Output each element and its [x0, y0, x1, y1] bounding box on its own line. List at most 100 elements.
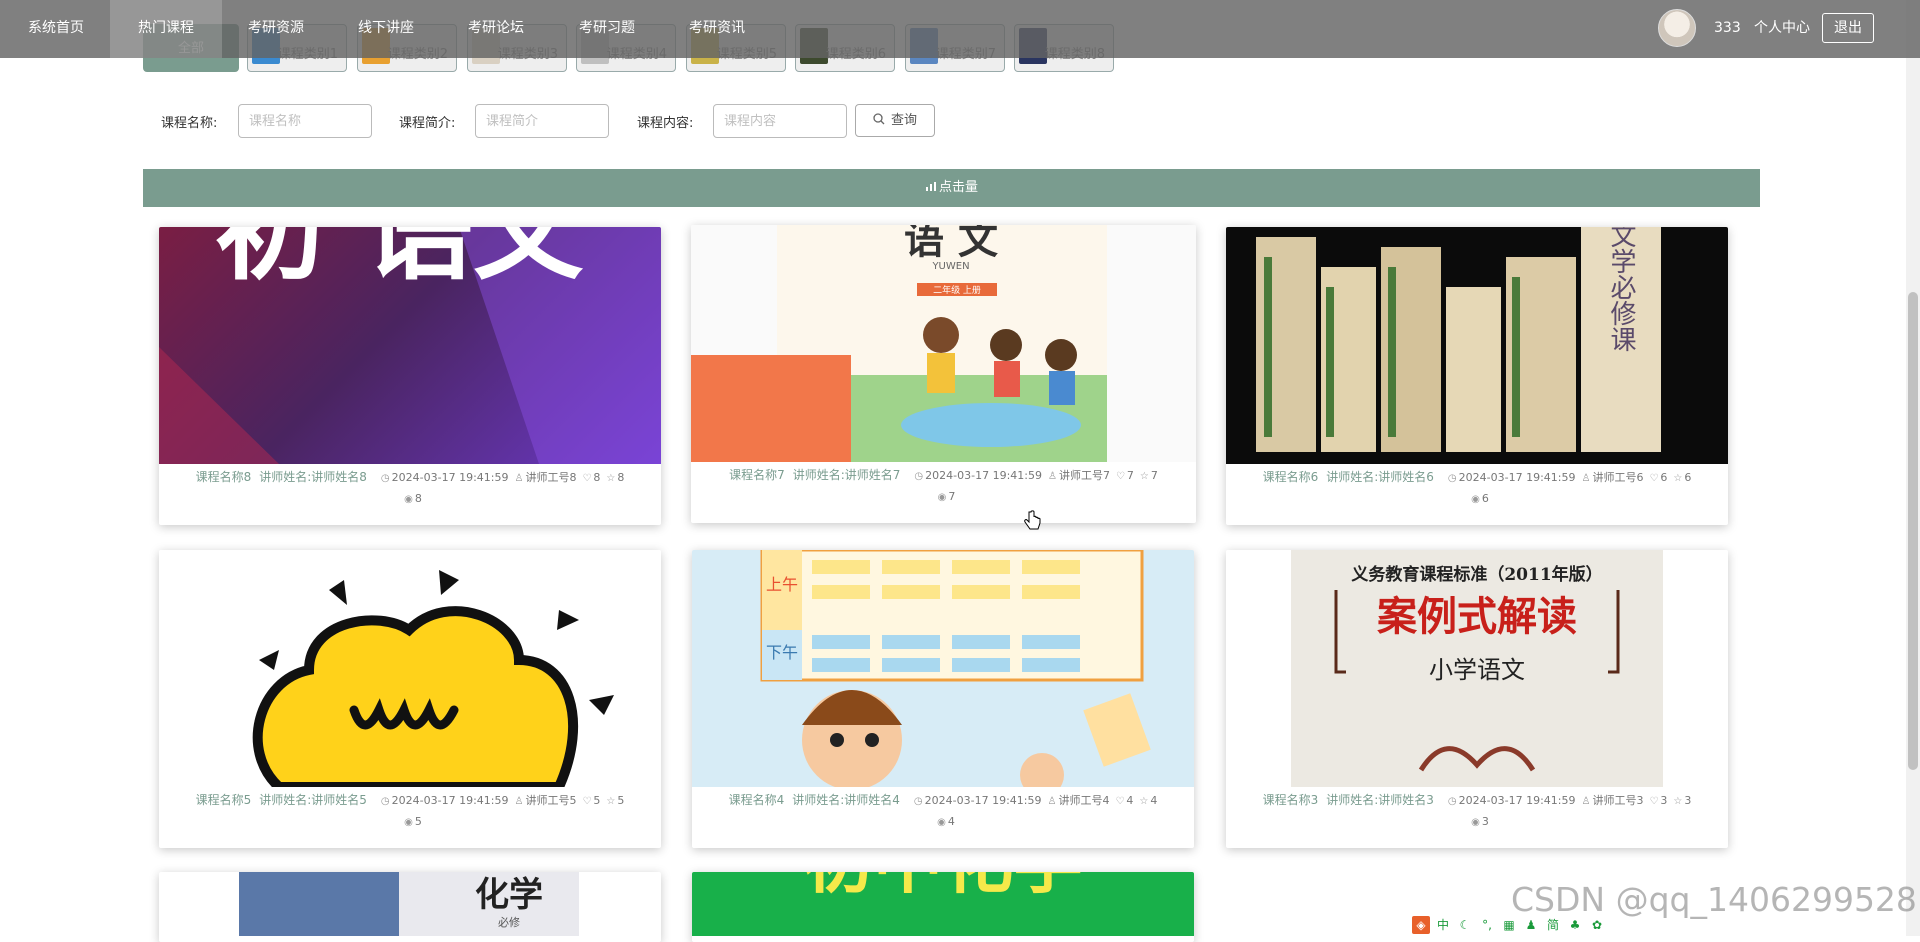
teacher-id: 讲师工号3 [1592, 794, 1644, 807]
eye-icon: ◉ [937, 492, 947, 503]
course-cover-art: 化学 必修 [239, 872, 579, 936]
star-count: 5 [617, 794, 625, 807]
skin-icon[interactable]: ♣ [1566, 916, 1584, 934]
like-count: 8 [593, 471, 601, 484]
course-image: 义务教育课程标准（2011年版） 案例式解读 小学语文 [1226, 550, 1728, 787]
nav-home[interactable]: 系统首页 [0, 0, 112, 58]
course-cover-art: 初中化学 [692, 872, 1194, 936]
course-cover-art: 义务教育课程标准（2011年版） 案例式解读 小学语文 [1291, 550, 1663, 787]
course-card[interactable]: 初 语文 课程名称8 讲师姓名:讲师姓名8 ◷ 2024-03-17 19:41:59… [159, 227, 661, 525]
cover-subtext: 必修 [498, 915, 520, 929]
course-cover-art: 语 文 YUWEN 二年级 上册 [691, 225, 1107, 462]
star-icon: ☆ [1139, 471, 1149, 482]
star-count: 8 [617, 471, 625, 484]
timetable-pm: 下午 [766, 643, 798, 662]
clock-icon: ◷ [380, 473, 390, 484]
ime-simplified[interactable]: 简 [1544, 916, 1562, 934]
course-time: 2024-03-17 19:41:59 [924, 794, 1042, 807]
course-intro-input[interactable] [475, 104, 609, 138]
star-count: 6 [1684, 471, 1692, 484]
nav-resources[interactable]: 考研资源 [220, 0, 332, 58]
course-content-input[interactable] [713, 104, 847, 138]
view-count: 8 [414, 492, 422, 505]
sort-by-clicks-bar[interactable]: 点击量 [143, 169, 1760, 207]
user-icon: ♙ [1047, 796, 1057, 807]
course-teacher: 讲师姓名:讲师姓名6 [1326, 470, 1434, 484]
clock-icon: ◷ [914, 471, 924, 482]
course-card[interactable]: 课程名称5 讲师姓名:讲师姓名5 ◷ 2024-03-17 19:41:59 ♙ 讲师工号… [159, 550, 661, 848]
nav-lectures[interactable]: 线下讲座 [330, 0, 442, 58]
course-name: 课程名称5 [195, 793, 252, 807]
course-card[interactable]: 语 文 YUWEN 二年级 上册 课程名称7 讲师姓名:讲师姓名7 ◷ 2024-03… [691, 225, 1196, 523]
nav-hot-courses[interactable]: 热门课程 [110, 0, 222, 58]
like-count: 3 [1660, 794, 1668, 807]
course-name: 课程名称6 [1262, 470, 1319, 484]
avatar[interactable] [1658, 9, 1696, 47]
course-teacher: 讲师姓名:讲师姓名7 [792, 468, 901, 482]
cover-text: 初 语文 [215, 227, 583, 295]
view-count: 3 [1481, 815, 1489, 828]
keyboard-icon[interactable]: ▦ [1500, 916, 1518, 934]
course-teacher: 讲师姓名:讲师姓名4 [792, 793, 900, 807]
sort-label: 点击量 [938, 180, 978, 195]
eye-icon: ◉ [937, 817, 946, 828]
course-teacher: 讲师姓名:讲师姓名3 [1326, 793, 1434, 807]
nav-news[interactable]: 考研资讯 [661, 0, 773, 58]
star-icon: ☆ [1673, 473, 1683, 484]
star-icon: ☆ [1673, 796, 1683, 807]
star-icon: ☆ [606, 796, 616, 807]
eye-icon: ◉ [404, 494, 413, 505]
course-image [159, 550, 661, 787]
settings-icon[interactable]: ✿ [1588, 916, 1606, 934]
course-name: 课程名称4 [728, 793, 785, 807]
course-name: 课程名称8 [195, 470, 252, 484]
nav-exercises[interactable]: 考研习题 [551, 0, 663, 58]
cover-subtitle: 小学语文 [1429, 656, 1525, 684]
course-intro-label: 课程简介: [399, 116, 456, 131]
course-card[interactable]: 文学必修课 课程名称6 讲师姓名:讲师姓名6 ◷ 2024-03-17 19:41:5… [1226, 227, 1728, 525]
ime-mode-chinese[interactable]: 中 [1434, 916, 1452, 934]
course-card[interactable]: 上午 下午 课程名称4 讲师姓名:讲师姓名4 ◷ 2024-03-17 19:41:5… [692, 550, 1194, 848]
view-count: 6 [1481, 492, 1489, 505]
course-card[interactable]: 义务教育课程标准（2011年版） 案例式解读 小学语文 课程名称3 讲师姓名:讲师… [1226, 550, 1728, 848]
course-card[interactable]: 初中化学 [692, 872, 1194, 942]
user-center-link[interactable]: 个人中心 [1754, 0, 1810, 56]
course-image: 初 语文 [159, 227, 661, 464]
cover-text: 化学 [475, 875, 543, 915]
course-image: 文学必修课 [1226, 227, 1728, 464]
course-name-input[interactable] [238, 104, 372, 138]
star-count: 3 [1684, 794, 1692, 807]
cover-text: 语 文 [904, 225, 998, 263]
cover-big-text: 案例式解读 [1377, 594, 1577, 640]
username: 333 [1714, 20, 1741, 36]
cover-text: 初中化学 [803, 872, 1083, 903]
clock-icon: ◷ [1447, 473, 1457, 484]
cover-grade: 二年级 上册 [933, 284, 981, 296]
scrollbar-thumb[interactable] [1908, 292, 1918, 770]
thumb-up-icon: ♡ [1649, 473, 1659, 484]
course-card[interactable]: 化学 必修 [159, 872, 661, 942]
page-scrollbar[interactable] [1906, 0, 1920, 936]
like-count: 5 [593, 794, 601, 807]
course-cover-art: 文学必修课 [1256, 227, 1661, 452]
course-cover-art: 上午 下午 [760, 550, 1151, 787]
chart-icon [925, 182, 936, 191]
ime-toolbar[interactable]: ◈ 中 ☾ °, ▦ ♟ 简 ♣ ✿ [1412, 916, 1610, 936]
star-icon: ☆ [1139, 796, 1149, 807]
cover-subtext: YUWEN [931, 261, 969, 272]
search-button[interactable]: 查询 [855, 104, 935, 137]
logout-button[interactable]: 退出 [1822, 13, 1874, 43]
cover-text: 文学必修课 [1606, 227, 1636, 352]
course-cover-art: 初 语文 [159, 227, 661, 464]
user-icon[interactable]: ♟ [1522, 916, 1540, 934]
user-icon: ♙ [1047, 471, 1057, 482]
star-count: 7 [1150, 469, 1158, 482]
nav-forum[interactable]: 考研论坛 [440, 0, 552, 58]
eye-icon: ◉ [1471, 494, 1480, 505]
moon-icon[interactable]: ☾ [1456, 916, 1474, 934]
course-cover-art [252, 570, 614, 787]
punctuation-icon[interactable]: °, [1478, 916, 1496, 934]
course-name-label: 课程名称: [161, 116, 218, 131]
like-count: 7 [1126, 469, 1134, 482]
like-count: 6 [1660, 471, 1668, 484]
